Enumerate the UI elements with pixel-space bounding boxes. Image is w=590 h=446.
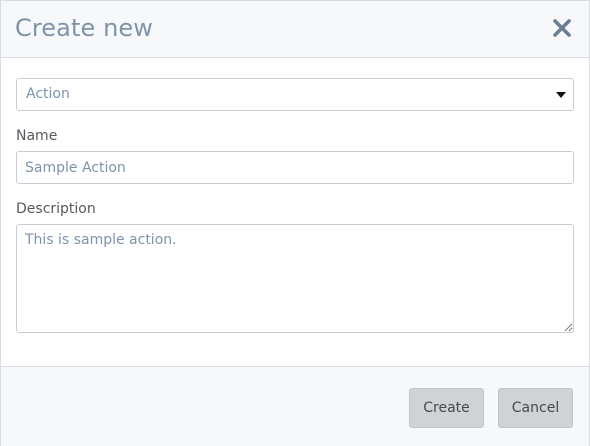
create-new-dialog: Create new Action Name Description This … — [0, 0, 590, 446]
dialog-title: Create new — [15, 14, 153, 42]
type-select-value: Action — [26, 86, 70, 102]
type-select[interactable]: Action — [16, 78, 574, 111]
dialog-header: Create new — [1, 1, 589, 58]
caret-down-icon — [556, 92, 566, 98]
dialog-body: Action Name Description This is sample a… — [1, 58, 589, 366]
create-button[interactable]: Create — [409, 388, 484, 428]
description-label: Description — [16, 201, 96, 217]
cancel-button[interactable]: Cancel — [498, 388, 573, 428]
description-textarea[interactable]: This is sample action. — [16, 224, 574, 333]
close-icon[interactable] — [551, 17, 573, 39]
name-label: Name — [16, 128, 58, 144]
name-input[interactable] — [16, 151, 574, 184]
dialog-footer: Create Cancel — [1, 366, 589, 446]
